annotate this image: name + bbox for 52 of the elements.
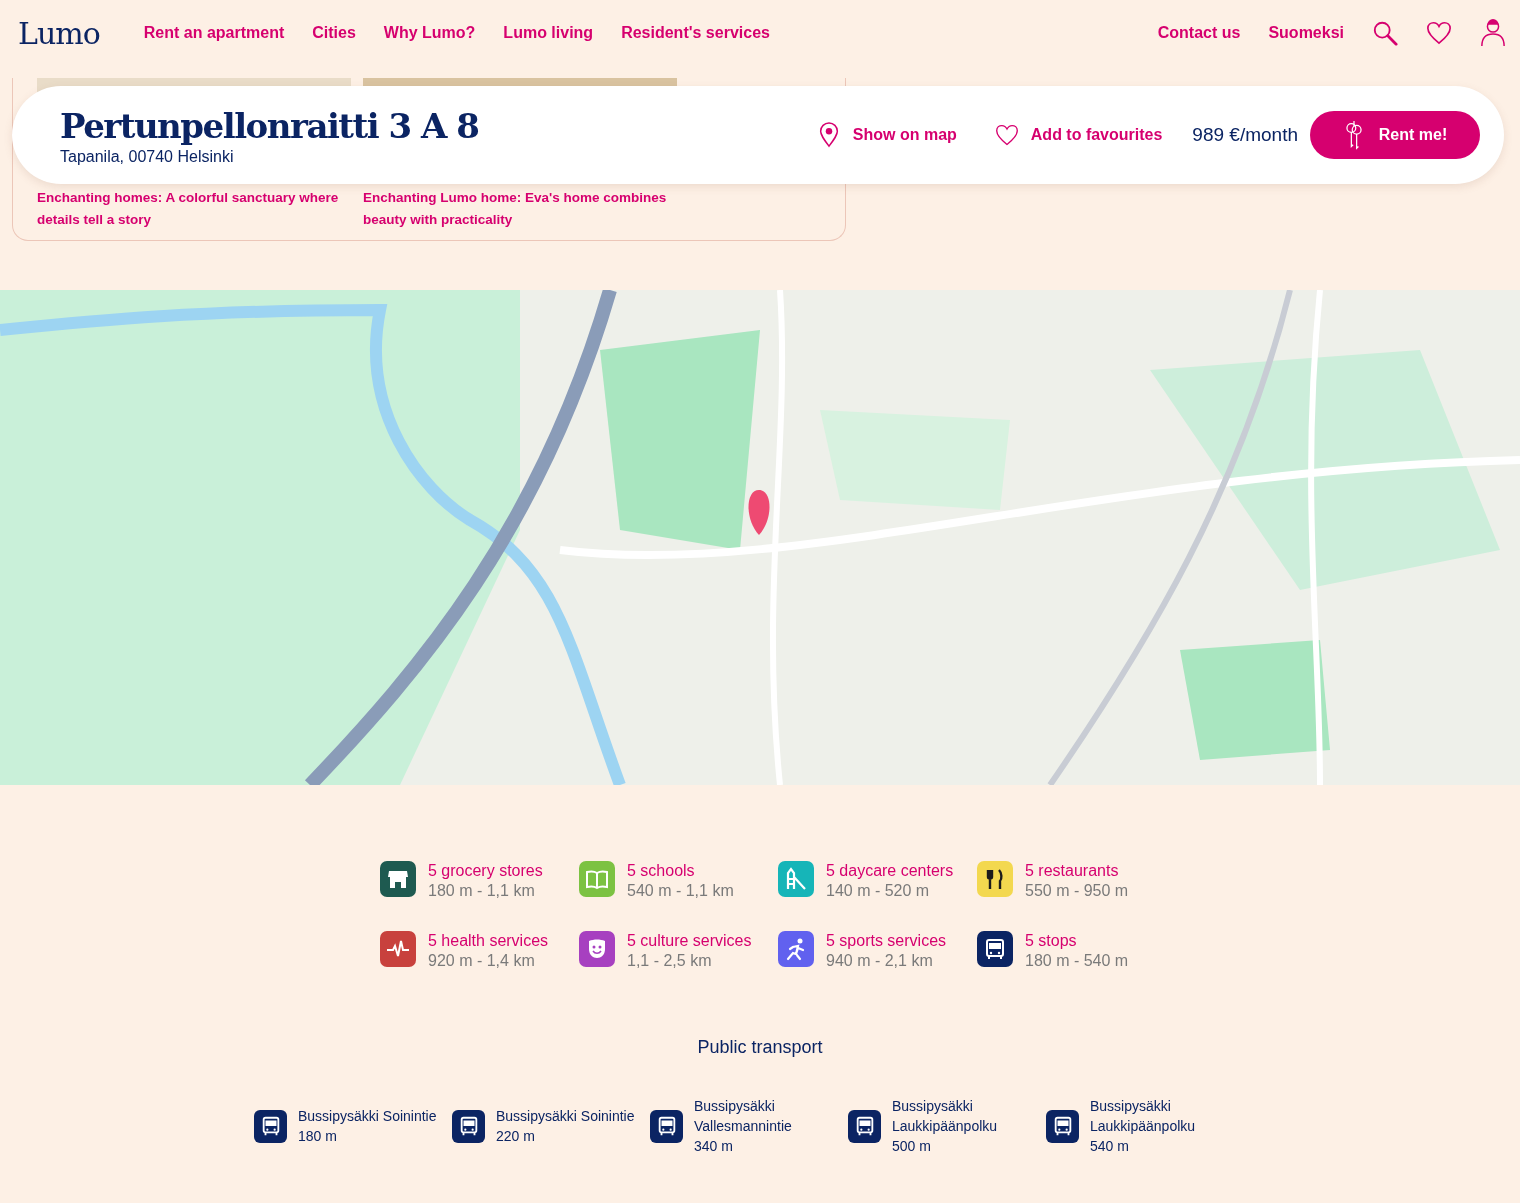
search-icon[interactable] — [1372, 19, 1398, 47]
article-link[interactable]: Enchanting Lumo home: Eva's home combines beauty with practicality — [363, 187, 677, 231]
rent-button[interactable]: Rent me! — [1310, 111, 1480, 159]
logo[interactable]: Lumo — [18, 15, 100, 51]
user-icon[interactable] — [1480, 19, 1506, 47]
service-distance: 550 m - 950 m — [1025, 881, 1129, 901]
section-heading: Public transport — [696, 1037, 824, 1058]
stop-distance: 220 m — [496, 1127, 536, 1146]
bus-icon — [452, 1109, 485, 1143]
stop-distance: 340 m — [694, 1137, 734, 1156]
show-on-map-link[interactable]: Show on map — [816, 122, 957, 148]
service-link[interactable]: 5 health services — [428, 931, 549, 951]
service-link[interactable]: 5 restaurants — [1025, 861, 1129, 881]
stop-name: Bussipysäkki Soinintie — [496, 1107, 636, 1126]
service-distance: 180 m - 1,1 km — [428, 881, 536, 901]
stop-name: Bussipysäkki Vallesmannintie — [694, 1097, 793, 1136]
bus-icon — [254, 1109, 287, 1143]
service-distance: 920 m - 1,4 km — [428, 951, 536, 971]
nav-link[interactable]: Resident's services — [621, 24, 770, 42]
nav-link[interactable]: Contact us — [1157, 24, 1241, 42]
service-distance: 540 m - 1,1 km — [627, 881, 734, 901]
listing-area: Tapanila, 00740 Helsinki — [60, 148, 479, 166]
service-link[interactable]: 5 culture services — [627, 931, 752, 951]
nav-link[interactable]: Cities — [312, 24, 356, 42]
bus-icon — [1046, 1109, 1079, 1143]
service-link[interactable]: 5 sports services — [826, 931, 947, 951]
service-distance: 140 m - 520 m — [826, 881, 931, 901]
service-distance: 180 m - 540 m — [1025, 951, 1129, 971]
nav-link[interactable]: Why Lumo? — [383, 24, 476, 42]
bus-icon — [650, 1109, 683, 1143]
service-link[interactable]: 5 schools — [627, 861, 734, 881]
stop-name: Bussipysäkki Laukkipäänpolku — [1090, 1097, 1197, 1136]
stop-distance: 180 m — [298, 1127, 338, 1146]
price: 989 €/month — [1192, 124, 1298, 146]
service-link[interactable]: 5 stops — [1025, 931, 1129, 951]
service-distance: 1,1 - 2,5 km — [627, 951, 713, 971]
article-link[interactable]: Enchanting homes: A colorful sanctuary where details tell a story — [37, 187, 351, 231]
nav-link[interactable]: Lumo living — [503, 24, 594, 42]
heart-icon — [994, 122, 1019, 148]
service-distance: 940 m - 2,1 km — [826, 951, 934, 971]
stop-distance: 500 m — [892, 1137, 932, 1156]
stop-distance: 540 m — [1090, 1137, 1130, 1156]
add-to-favourites-link[interactable]: Add to favourites — [994, 122, 1163, 148]
stop-name: Bussipysäkki Laukkipäänpolku — [892, 1097, 999, 1136]
stop-name: Bussipysäkki Soinintie — [298, 1107, 438, 1126]
nav-link[interactable]: Rent an apartment — [143, 24, 285, 42]
service-link[interactable]: 5 daycare centers — [826, 861, 954, 881]
service-link[interactable]: 5 grocery stores — [428, 861, 543, 881]
nav-link[interactable]: Suomeksi — [1268, 24, 1344, 42]
heart-icon[interactable] — [1426, 19, 1452, 47]
bus-icon — [848, 1109, 881, 1143]
listing-title: Pertunpellonraitti 3 A 8 — [60, 105, 479, 148]
